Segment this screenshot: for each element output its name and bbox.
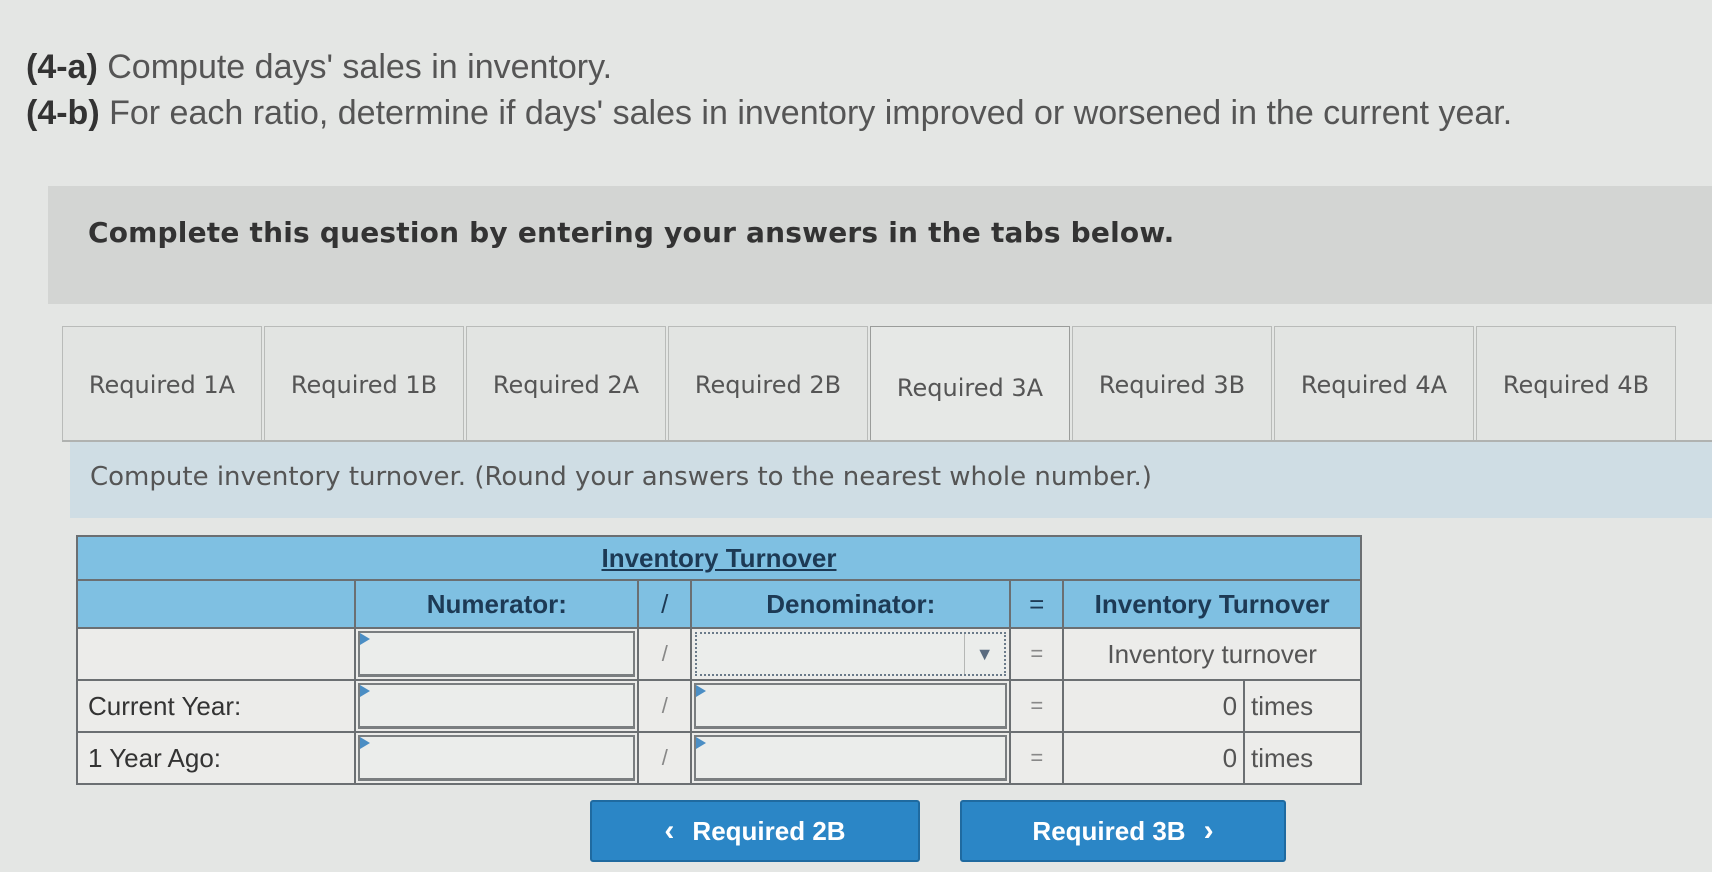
row-label: Current Year: bbox=[75, 679, 357, 733]
prev-button-label: Required 2B bbox=[692, 815, 846, 846]
tab-required-1b[interactable]: Required 1B bbox=[264, 326, 464, 442]
tab-required-1a[interactable]: Required 1A bbox=[62, 326, 262, 442]
tab-bar: Required 1A Required 1B Required 2A Requ… bbox=[62, 326, 1678, 448]
instruction-banner: Complete this question by entering your … bbox=[48, 186, 1712, 304]
table-row-current-year: Current Year: / = 0 times bbox=[75, 679, 1362, 733]
dropdown-arrow-icon[interactable]: ▼ bbox=[964, 634, 1004, 674]
prompt-text: Compute inventory turnover. (Round your … bbox=[90, 462, 1152, 492]
instruction-4b: (4-b) For each ratio, determine if days'… bbox=[26, 90, 1512, 136]
equals-sign: = bbox=[1009, 731, 1065, 785]
header-blank bbox=[75, 579, 357, 629]
denominator-cell[interactable] bbox=[690, 679, 1012, 733]
next-required-3b-button[interactable]: Required 3B › bbox=[960, 800, 1286, 862]
table-title: Inventory Turnover bbox=[76, 535, 1362, 581]
tab-required-2b[interactable]: Required 2B bbox=[668, 326, 868, 442]
header-numerator: Numerator: bbox=[354, 579, 640, 629]
numerator-input[interactable] bbox=[358, 735, 636, 781]
table-row-1-year-ago: 1 Year Ago: / = 0 times bbox=[75, 731, 1362, 785]
header-equals: = bbox=[1009, 579, 1065, 629]
inventory-turnover-table: Inventory Turnover Numerator: / Denomina… bbox=[75, 535, 1362, 785]
equals-sign: = bbox=[1009, 679, 1065, 733]
result-unit: times bbox=[1243, 679, 1362, 733]
instructions: (4-a) Compute days' sales in inventory. … bbox=[26, 44, 1512, 136]
result-unit: times bbox=[1243, 731, 1362, 785]
instruction-4a: (4-a) Compute days' sales in inventory. bbox=[26, 44, 1512, 90]
result-value: 0 bbox=[1062, 731, 1246, 785]
instruction-tag: (4-b) bbox=[26, 94, 100, 132]
divide-sign: / bbox=[637, 627, 693, 681]
chevron-right-icon: › bbox=[1203, 814, 1214, 847]
tab-required-4b[interactable]: Required 4B bbox=[1476, 326, 1676, 442]
instruction-tag: (4-a) bbox=[26, 48, 98, 86]
numerator-input[interactable] bbox=[358, 631, 636, 677]
tab-required-2a[interactable]: Required 2A bbox=[466, 326, 666, 442]
numerator-input[interactable] bbox=[358, 683, 636, 729]
divide-sign: / bbox=[637, 731, 693, 785]
next-button-label: Required 3B bbox=[1032, 815, 1186, 846]
row-label bbox=[75, 627, 357, 681]
result-label: Inventory turnover bbox=[1062, 627, 1362, 681]
chevron-left-icon: ‹ bbox=[664, 814, 675, 847]
tab-required-4a[interactable]: Required 4A bbox=[1274, 326, 1474, 442]
header-divide: / bbox=[637, 579, 693, 629]
row-label: 1 Year Ago: bbox=[75, 731, 357, 785]
instruction-text: For each ratio, determine if days' sales… bbox=[109, 94, 1513, 132]
divide-sign: / bbox=[637, 679, 693, 733]
prompt-bar: Compute inventory turnover. (Round your … bbox=[70, 442, 1712, 518]
numerator-select[interactable] bbox=[354, 627, 640, 681]
denominator-input[interactable] bbox=[694, 683, 1008, 729]
prev-required-2b-button[interactable]: ‹ Required 2B bbox=[590, 800, 920, 862]
instruction-text: Compute days' sales in inventory. bbox=[107, 48, 613, 86]
numerator-cell[interactable] bbox=[354, 731, 640, 785]
numerator-cell[interactable] bbox=[354, 679, 640, 733]
denominator-input[interactable] bbox=[694, 735, 1008, 781]
header-denominator: Denominator: bbox=[690, 579, 1012, 629]
denominator-select[interactable]: ▼ bbox=[690, 627, 1012, 681]
header-result: Inventory Turnover bbox=[1062, 579, 1362, 629]
result-value: 0 bbox=[1062, 679, 1246, 733]
formula-row: / ▼ = Inventory turnover bbox=[75, 627, 1362, 681]
denominator-cell[interactable] bbox=[690, 731, 1012, 785]
banner-text: Complete this question by entering your … bbox=[88, 216, 1175, 249]
tab-required-3a[interactable]: Required 3A bbox=[870, 326, 1070, 448]
tab-required-3b[interactable]: Required 3B bbox=[1072, 326, 1272, 442]
denominator-dropdown[interactable]: ▼ bbox=[695, 632, 1007, 676]
equals-sign: = bbox=[1009, 627, 1065, 681]
